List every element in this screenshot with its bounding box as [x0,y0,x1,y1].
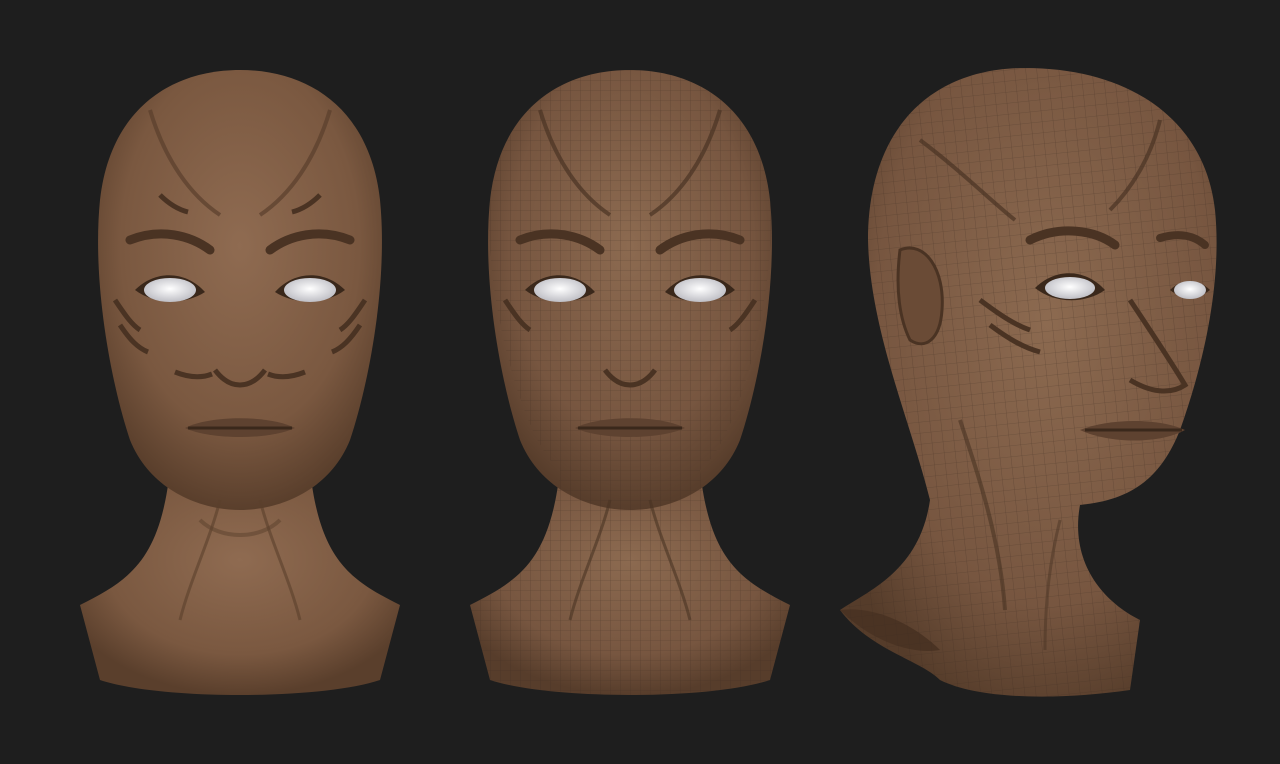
head-render-front-smooth [80,70,400,695]
head-render-front-wireframe [470,70,790,695]
wireframe-overlay [840,68,1217,697]
wireframe-overlay [470,70,790,695]
head-render-three-quarter-wireframe [840,68,1217,697]
head-shape [80,70,400,695]
render-canvas [0,0,1280,764]
